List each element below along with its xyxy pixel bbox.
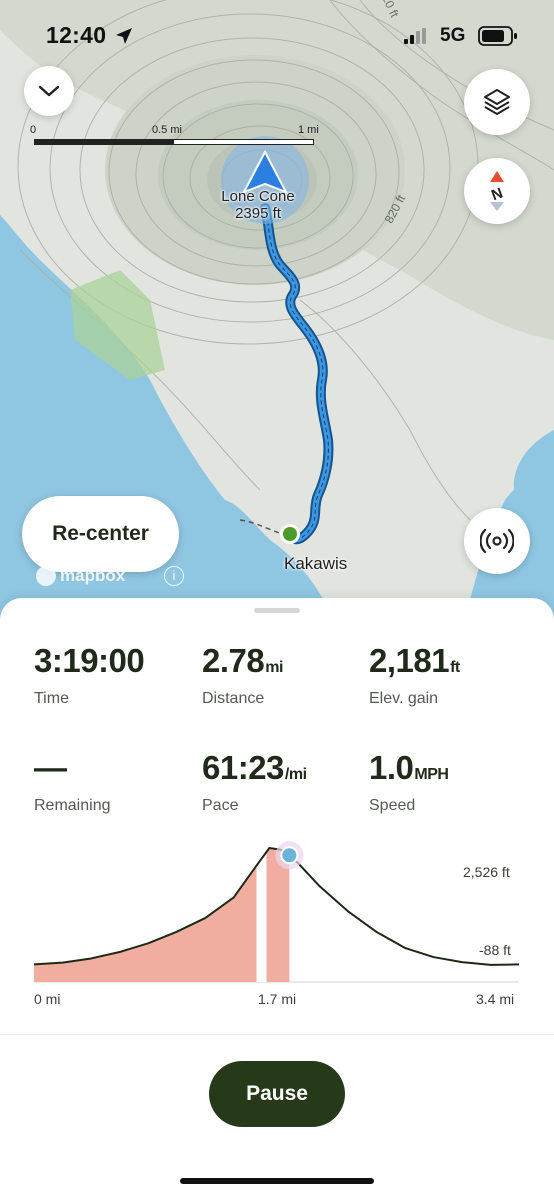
compass-icon: N [489,171,505,211]
stat-label: Remaining [34,797,111,814]
stat-pace: 61:23/mi Pace [202,749,307,815]
peak-name: Lone Cone [221,188,295,205]
layers-button[interactable] [464,69,530,135]
scale-label: 0 [30,124,37,136]
x-tick-label: 1.7 mi [258,991,297,1007]
mapbox-attribution: mapbox [60,566,126,585]
stat-label: Pace [202,797,239,814]
recenter-button[interactable]: Re-center [22,496,179,572]
place-label: Kakawis [284,554,348,573]
status-bar: 12:40 5G [0,0,554,72]
stat-unit: mi [265,659,283,676]
peak-label: Lone Cone 2395 ft [208,188,308,222]
stat-label: Speed [369,797,416,814]
stat-time: 3:19:00 Time [34,642,145,708]
stats-sheet: 3:19:00 Time 2.78mi Distance 2,181ft Ele… [0,598,554,1200]
elevation-chart[interactable]: 2,526 ft -88 ft 0 mi 1.7 mi 3.4 mi [0,834,554,1014]
status-time: 12:40 [46,22,107,48]
stat-label: Time [34,690,69,707]
pause-button[interactable]: Pause [209,1061,345,1127]
broadcast-button[interactable] [464,508,530,574]
stat-distance: 2.78mi Distance [202,642,283,708]
collapse-button[interactable] [24,66,74,116]
mapbox-logo-icon [36,566,56,586]
stat-value: 2.78 [202,642,265,679]
map-scale-bar: 0 0.5 mi 1 mi [30,124,320,148]
elevation-gap [256,848,267,982]
home-indicator [180,1178,374,1184]
stat-value: — [34,749,67,786]
signal-icon [404,28,426,44]
x-tick-label: 0 mi [34,991,61,1007]
mapbox-logo: mapbox [36,566,125,586]
stat-value: 3:19:00 [34,642,145,679]
stat-remaining: — Remaining [34,749,110,815]
y-tick-label: 2,526 ft [463,864,510,880]
stat-speed: 1.0MPH Speed [369,749,449,815]
divider [0,1034,554,1035]
stat-value: 61:23 [202,749,284,786]
stat-unit: MPH [414,766,449,783]
stat-label: Elev. gain [369,690,439,707]
stat-elev-gain: 2,181ft Elev. gain [369,642,460,708]
location-services-icon [116,28,132,44]
stat-unit: ft [450,659,460,676]
svg-text:N: N [489,185,505,205]
stat-value: 2,181 [369,642,450,679]
stat-label: Distance [202,690,265,707]
current-position-marker [280,846,299,865]
compass-button[interactable]: N [464,158,530,224]
x-tick-label: 3.4 mi [476,991,515,1007]
battery-icon [478,26,517,46]
elevation-chart-svg [33,841,520,983]
chevron-down-icon [38,85,60,97]
info-icon[interactable]: i [164,566,184,586]
broadcast-icon [480,528,514,554]
stat-value: 1.0 [369,749,414,786]
network-type: 5G [440,25,466,46]
y-tick-label: -88 ft [479,942,511,958]
scale-line [34,139,314,145]
sheet-grabber[interactable] [254,608,300,613]
stat-unit: /mi [284,766,307,783]
scale-label: 0.5 mi [152,124,182,136]
layers-icon [484,89,510,115]
map-view[interactable]: 620 ft 820 ft Lone Cone 2395 ft Kakawis … [0,0,554,640]
peak-elevation: 2395 ft [235,205,281,222]
scale-label: 1 mi [298,124,319,136]
